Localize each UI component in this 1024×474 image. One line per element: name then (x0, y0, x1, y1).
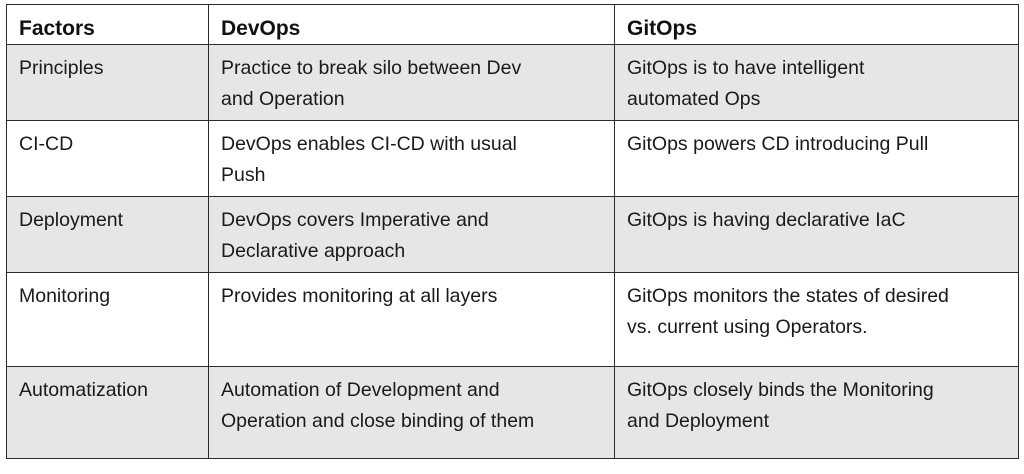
factor-label: Automatization (19, 379, 148, 401)
factor-label: CI-CD (19, 133, 74, 155)
cell-factor: Deployment (6, 196, 209, 273)
gitops-line: automated Ops (627, 88, 761, 110)
cell-gitops: GitOps monitors the states of desired vs.… (614, 272, 1019, 367)
cell-gitops: GitOps closely binds the Monitoring and D… (614, 366, 1019, 459)
cell-factor: CI-CD (6, 120, 209, 197)
comparison-table-container: Factors DevOps GitOps Principles Practic… (6, 4, 1019, 459)
devops-line: DevOps covers Imperative and (221, 209, 489, 231)
header-gitops: GitOps (614, 4, 1019, 45)
cell-gitops: GitOps is to have intelligent automated O… (614, 44, 1019, 121)
cell-devops: Provides monitoring at all layers (208, 272, 615, 367)
devops-line: Provides monitoring at all layers (221, 285, 498, 307)
cell-devops: DevOps enables CI-CD with usual Push (208, 120, 615, 197)
devops-line: Declarative approach (221, 240, 406, 262)
devops-vs-gitops-table: Factors DevOps GitOps Principles Practic… (6, 4, 1019, 459)
devops-line: Operation and close binding of them (221, 410, 535, 432)
devops-line: Practice to break silo between Dev (221, 57, 522, 79)
header-factors: Factors (6, 4, 209, 45)
gitops-line: GitOps monitors the states of desired (627, 285, 949, 307)
cell-gitops: GitOps powers CD introducing Pull (614, 120, 1019, 197)
table-row-deployment: Deployment DevOps covers Imperative and D… (6, 196, 1019, 273)
table-row-automatization: Automatization Automation of Development… (6, 366, 1019, 459)
gitops-line: GitOps powers CD introducing Pull (627, 133, 929, 155)
cell-gitops: GitOps is having declarative IaC (614, 196, 1019, 273)
cell-devops: Practice to break silo between Dev and Op… (208, 44, 615, 121)
gitops-line: GitOps is to have intelligent (627, 57, 865, 79)
cell-factor: Automatization (6, 366, 209, 459)
table-row-ci-cd: CI-CD DevOps enables CI-CD with usual Pus… (6, 120, 1019, 197)
factor-label: Deployment (19, 209, 124, 231)
factor-label: Principles (19, 57, 104, 79)
table-header-row: Factors DevOps GitOps (6, 4, 1019, 45)
header-devops: DevOps (208, 4, 615, 45)
table-row-principles: Principles Practice to break silo betwee… (6, 44, 1019, 121)
cell-devops: DevOps covers Imperative and Declarative … (208, 196, 615, 273)
devops-line: DevOps enables CI-CD with usual (221, 133, 517, 155)
devops-line: and Operation (221, 88, 345, 110)
gitops-line: and Deployment (627, 410, 770, 432)
gitops-line: vs. current using Operators. (627, 316, 868, 338)
gitops-line: GitOps closely binds the Monitoring (627, 379, 934, 401)
gitops-line: GitOps is having declarative IaC (627, 209, 906, 231)
table-row-monitoring: Monitoring Provides monitoring at all la… (6, 272, 1019, 367)
cell-factor: Principles (6, 44, 209, 121)
cell-devops: Automation of Development and Operation a… (208, 366, 615, 459)
devops-line: Automation of Development and (221, 379, 500, 401)
devops-line: Push (221, 164, 266, 186)
factor-label: Monitoring (19, 285, 111, 307)
cell-factor: Monitoring (6, 272, 209, 367)
